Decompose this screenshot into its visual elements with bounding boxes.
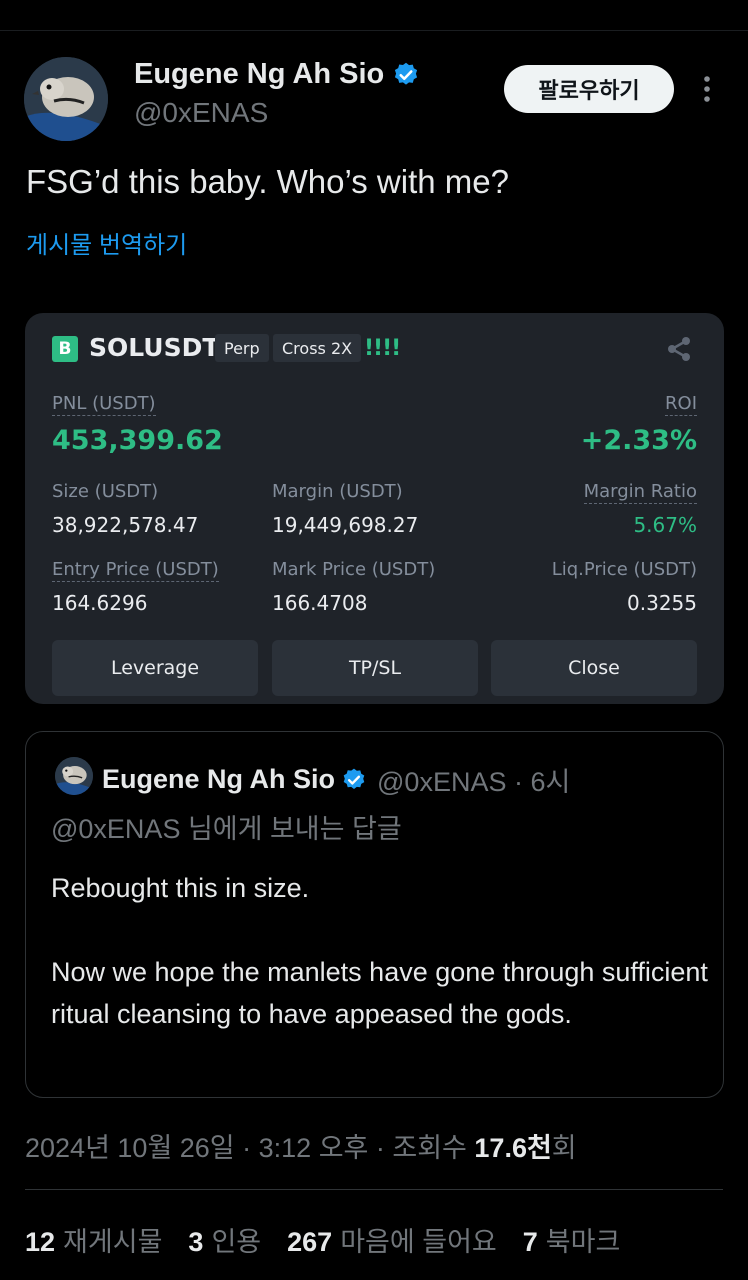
position-card-image[interactable]: B SOLUSDT Perp Cross 2X !!!! PNL (USDT) … (25, 313, 724, 704)
stat-count: 12 (25, 1227, 56, 1257)
leverage-bars: !!!! (364, 336, 401, 361)
pnl-label: PNL (USDT) (52, 393, 156, 416)
roi-label: ROI (665, 393, 697, 416)
timestamp[interactable]: 2024년 10월 26일 · 3:12 오후 · 조회수 17.6천회 (25, 1126, 577, 1165)
author-handle[interactable]: @0xENAS (134, 97, 268, 129)
quote-meta: @0xENAS · 6시 (377, 767, 571, 797)
stat-count: 3 (188, 1227, 204, 1257)
more-options-icon[interactable] (696, 74, 718, 104)
bird-avatar-icon (24, 57, 108, 141)
margin-value: 19,449,698.27 (272, 513, 419, 537)
stat-label: 인용 (211, 1227, 262, 1257)
quoted-tweet[interactable]: Eugene Ng Ah Sio @0xENAS · 6시 @0xENAS 님에… (25, 731, 724, 1098)
quotes-stat[interactable]: 3 인용 (188, 1220, 261, 1259)
translate-post-link[interactable]: 게시물 번역하기 (26, 225, 187, 260)
quote-header: Eugene Ng Ah Sio @0xENAS · 6시 (102, 760, 570, 799)
pnl-value: 453,399.62 (52, 425, 223, 456)
view-suffix: 회 (551, 1133, 577, 1163)
entry-price-label: Entry Price (USDT) (52, 559, 219, 582)
symbol: SOLUSDT (89, 333, 220, 362)
stat-count: 7 (522, 1227, 538, 1257)
divider (25, 1189, 723, 1190)
quote-avatar[interactable] (55, 757, 93, 795)
margin-ratio-label: Margin Ratio (583, 481, 697, 504)
quote-body: Rebought this in size. Now we hope the m… (51, 867, 711, 1035)
liq-price-label: Liq.Price (USDT) (551, 559, 697, 580)
quote-line: Rebought this in size. (51, 873, 310, 903)
follow-button[interactable]: 팔로우하기 (504, 65, 674, 113)
size-label: Size (USDT) (52, 481, 159, 502)
margin-ratio-value: 5.67% (633, 513, 697, 537)
bookmarks-stat[interactable]: 7 북마크 (523, 1220, 621, 1259)
tweet-text: FSG’d this baby. Who’s with me? (26, 163, 509, 200)
top-divider (0, 30, 748, 31)
likes-stat[interactable]: 267 마음에 들어요 (287, 1220, 497, 1259)
reply-to-text: @0xENAS 님에게 보내는 답글 (51, 814, 402, 844)
quote-author-name[interactable]: Eugene Ng Ah Sio (102, 764, 335, 795)
roi-value: +2.33% (580, 425, 697, 456)
leverage-button: Leverage (52, 640, 258, 696)
tpsl-button: TP/SL (272, 640, 478, 696)
engagement-stats: 12 재게시물 3 인용 267 마음에 들어요 7 북마크 (25, 1220, 620, 1259)
stat-count: 267 (287, 1227, 333, 1257)
stat-label: 북마크 (545, 1227, 621, 1257)
view-count: 17.6천 (474, 1133, 552, 1163)
liq-price-value: 0.3255 (627, 591, 697, 615)
stat-label: 재게시물 (63, 1227, 163, 1257)
bird-avatar-icon (55, 757, 93, 795)
avatar[interactable] (24, 57, 108, 141)
share-icon (668, 337, 690, 361)
author-name[interactable]: Eugene Ng Ah Sio (134, 58, 384, 91)
close-button: Close (491, 640, 697, 696)
stat-label: 마음에 들어요 (340, 1227, 497, 1257)
perp-tag: Perp (215, 334, 269, 362)
author-name-row[interactable]: Eugene Ng Ah Sio (134, 58, 420, 91)
timestamp-date[interactable]: 2024년 10월 26일 · 3:12 오후 · 조회수 (25, 1133, 474, 1163)
margin-label: Margin (USDT) (272, 481, 403, 502)
verified-badge-icon (395, 62, 418, 85)
size-value: 38,922,578.47 (52, 513, 199, 537)
cross-tag: Cross 2X (273, 334, 362, 362)
quote-line: Now we hope the manlets have gone throug… (51, 957, 708, 1029)
entry-price-value: 164.6296 (52, 591, 148, 615)
mark-price-label: Mark Price (USDT) (272, 559, 436, 580)
mark-price-value: 166.4708 (272, 591, 368, 615)
exchange-logo: B (52, 336, 78, 362)
reposts-stat[interactable]: 12 재게시물 (25, 1220, 162, 1259)
verified-badge-icon (343, 768, 365, 789)
